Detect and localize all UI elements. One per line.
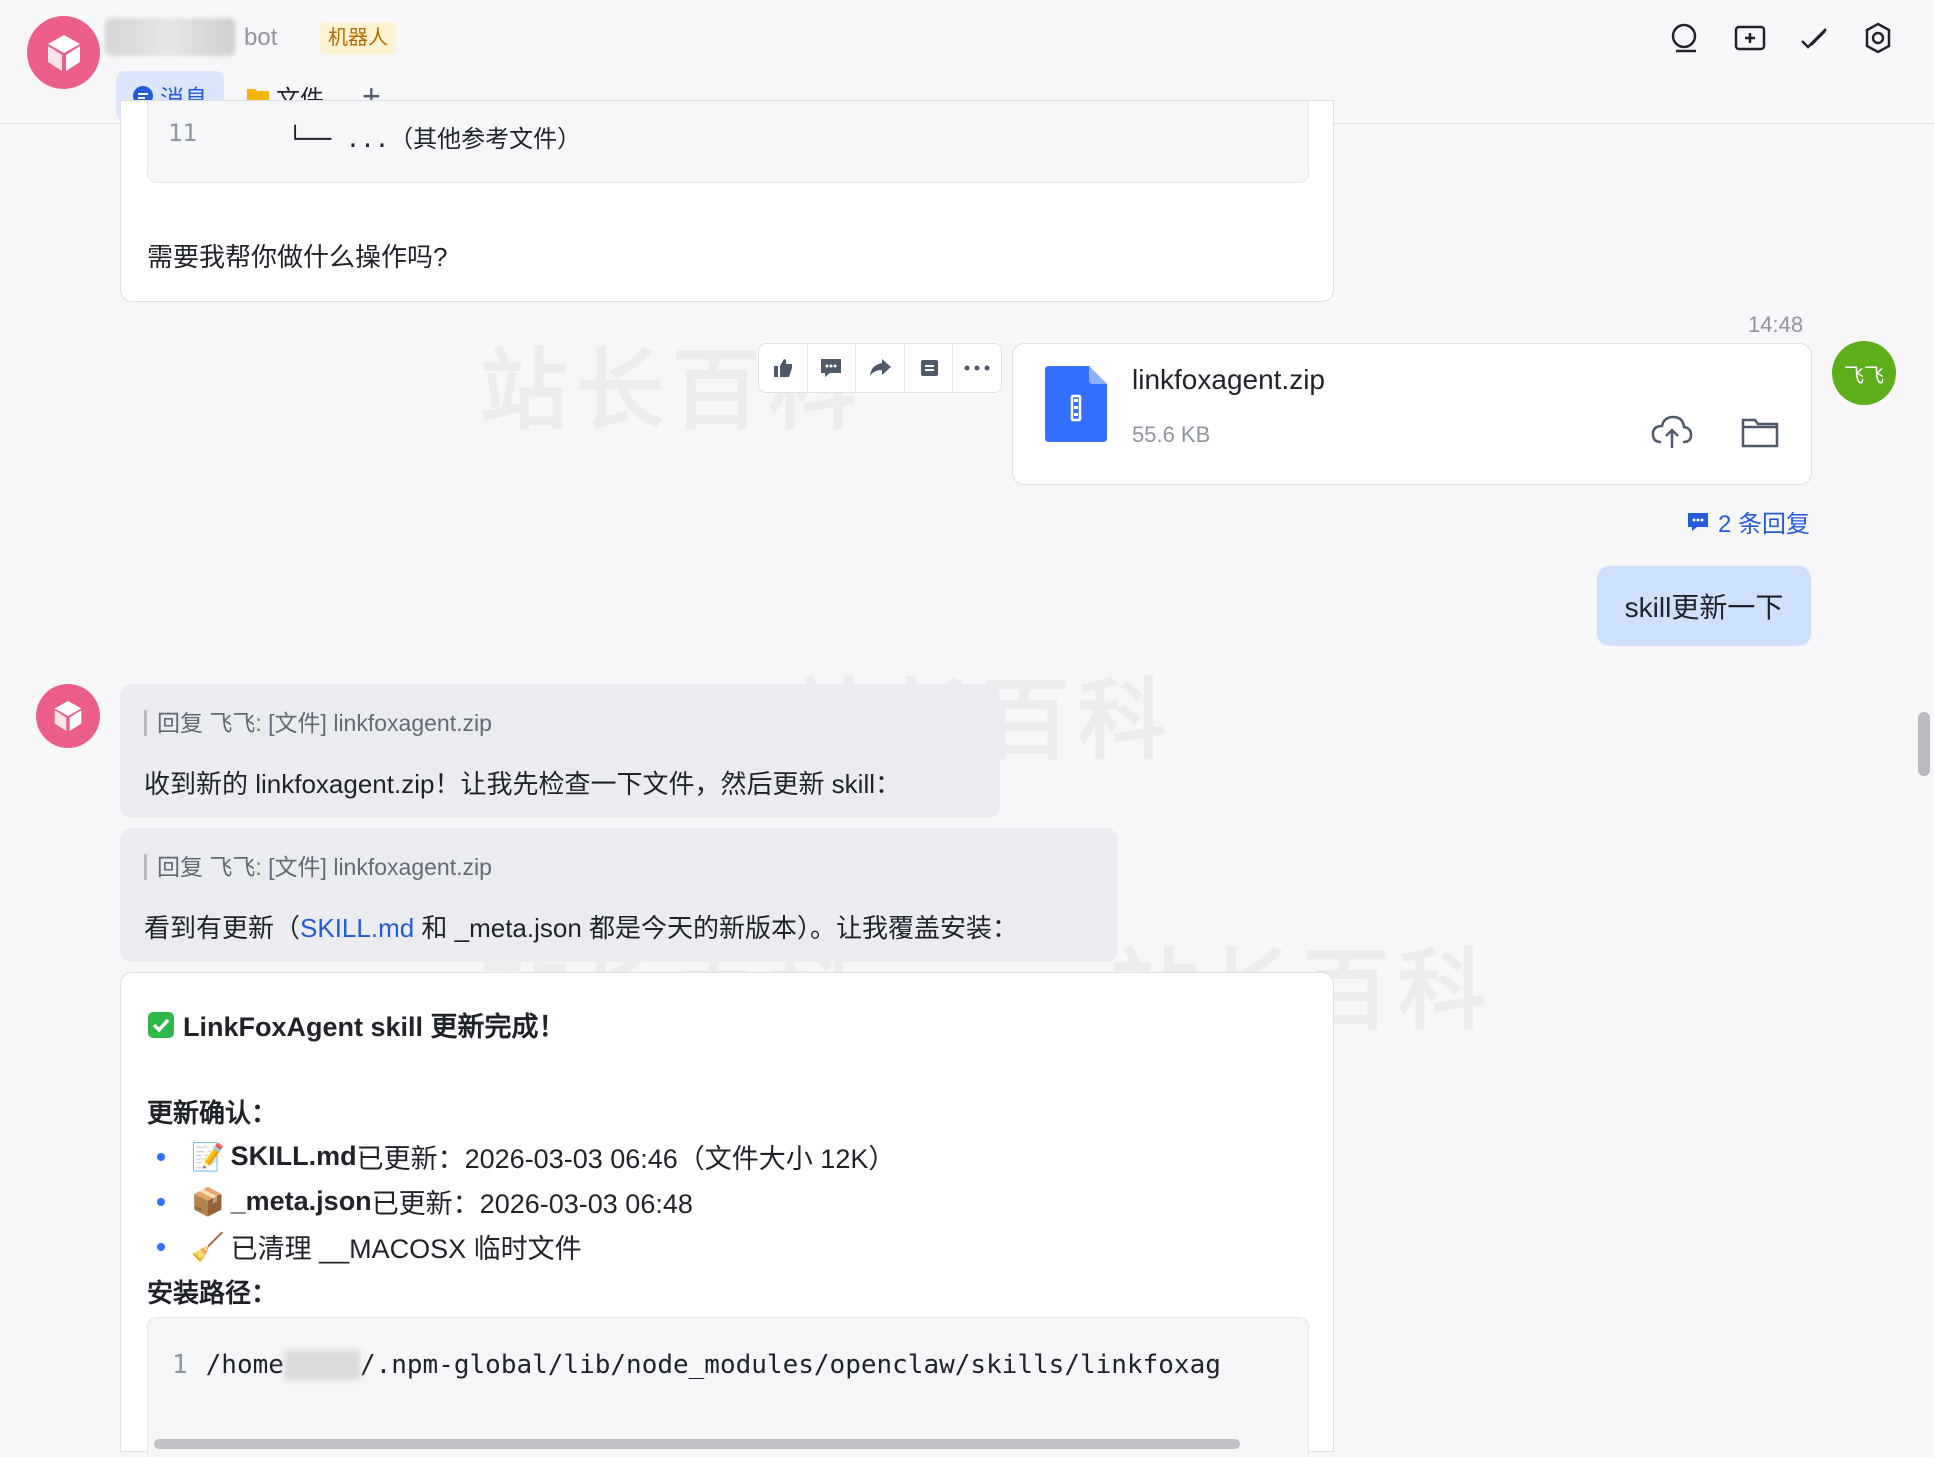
pen-icon[interactable] (1794, 18, 1834, 58)
reply-text: 收到新的 linkfoxagent.zip！让我先检查一下文件，然后更新 ski… (144, 769, 901, 799)
quoted-reply[interactable]: 回复 飞飞: [文件] linkfoxagent.zip (144, 854, 492, 880)
user-message-bubble: skill更新一下 (1597, 566, 1811, 646)
bot-reply-bubble: 回复 飞飞: [文件] linkfoxagent.zip 收到新的 linkfo… (120, 684, 1000, 818)
search-icon[interactable] (1666, 18, 1706, 58)
item-text: 已清理 __MACOSX 临时文件 (230, 1234, 582, 1264)
item-text: 已更新：2026-03-03 06:46（文件大小 12K） (356, 1144, 896, 1174)
bot-suffix: bot (244, 24, 278, 51)
horizontal-scrollbar[interactable] (154, 1439, 1240, 1449)
skill-md-link[interactable]: SKILL.md (300, 913, 414, 943)
file-attachment-card[interactable]: linkfoxagent.zip 55.6 KB (1012, 343, 1812, 485)
result-title: LinkFoxAgent skill 更新完成！ (183, 1012, 566, 1042)
gear-icon[interactable] (1858, 18, 1898, 58)
replies-count: 2 条回复 (1718, 511, 1811, 538)
cube-icon (47, 34, 80, 71)
bot-avatar[interactable] (27, 16, 100, 89)
bot-avatar[interactable] (36, 684, 100, 748)
bot-message-card: 11 └── ...（其他参考文件） 需要我帮你做什么操作吗? (120, 100, 1334, 302)
quote-reply-icon[interactable] (905, 344, 954, 392)
code-block: 11 └── ...（其他参考文件） (147, 101, 1309, 183)
package-icon: 📦 (191, 1186, 225, 1217)
path-prefix: /home (205, 1350, 284, 1380)
add-window-icon[interactable] (1730, 18, 1770, 58)
confirm-heading: 更新确认： (147, 1098, 278, 1128)
message-hover-toolbar (758, 343, 1002, 393)
result-title-row: LinkFoxAgent skill 更新完成！ (147, 1005, 566, 1044)
comment-icon[interactable] (808, 344, 857, 392)
vertical-scrollbar[interactable] (1918, 712, 1930, 776)
blurred-chat-name (105, 18, 235, 56)
cloud-upload-icon[interactable] (1651, 414, 1693, 450)
zip-file-icon (1045, 366, 1107, 442)
open-folder-icon[interactable] (1741, 418, 1779, 448)
file-size: 55.6 KB (1132, 422, 1211, 447)
question-text: 需要我帮你做什么操作吗? (147, 242, 448, 272)
memo-icon: 📝 (191, 1141, 225, 1172)
path-code-line: 1 /home /.npm-global/lib/node_modules/op… (172, 1350, 1221, 1380)
quoted-reply[interactable]: 回复 飞飞: [文件] linkfoxagent.zip (144, 710, 492, 736)
result-list-item: 📦 _meta.json 已更新：2026-03-03 06:48 (157, 1182, 693, 1221)
message-timestamp: 14:48 (1748, 312, 1804, 337)
reply-text-before: 看到有更新（ (144, 913, 301, 943)
result-list-item: 📝 SKILL.md 已更新：2026-03-03 06:46（文件大小 12K… (157, 1137, 895, 1176)
bullet-dot (157, 1197, 165, 1206)
cube-icon (54, 701, 82, 731)
bullet-dot (157, 1152, 165, 1161)
forward-icon[interactable] (856, 344, 905, 392)
more-icon[interactable] (953, 344, 1001, 392)
user-avatar[interactable]: 飞飞 (1832, 341, 1896, 405)
code-line-number: 11 (168, 119, 197, 147)
replies-link[interactable]: 2 条回复 (1686, 504, 1810, 539)
reply-text: 看到有更新（SKILL.md 和 _meta.json 都是今天的新版本）。让我… (144, 908, 1018, 945)
item-bold: _meta.json (230, 1186, 372, 1216)
path-line-number: 1 (172, 1350, 188, 1380)
blurred-username (283, 1350, 360, 1380)
path-suffix: /.npm-global/lib/node_modules/openclaw/s… (359, 1350, 1221, 1380)
broom-icon: 🧹 (191, 1231, 225, 1262)
item-bold: SKILL.md (230, 1141, 357, 1171)
robot-badge: 机器人 (320, 22, 396, 54)
item-text: 已更新：2026-03-03 06:48 (371, 1189, 693, 1219)
bullet-dot (157, 1242, 165, 1251)
check-mark-icon (148, 1011, 174, 1038)
path-code-block: 1 /home /.npm-global/lib/node_modules/op… (147, 1317, 1309, 1457)
file-name: linkfoxagent.zip (1132, 364, 1326, 395)
path-heading: 安装路径： (147, 1278, 278, 1308)
code-line-text: └── ...（其他参考文件） (288, 125, 582, 153)
update-result-card: LinkFoxAgent skill 更新完成！ 更新确认： 📝 SKILL.m… (120, 972, 1334, 1457)
reply-bubble-icon (1688, 512, 1708, 531)
thumbs-up-icon[interactable] (759, 344, 808, 392)
bot-reply-bubble: 回复 飞飞: [文件] linkfoxagent.zip 看到有更新（SKILL… (120, 828, 1118, 962)
result-list-item: 🧹 已清理 __MACOSX 临时文件 (157, 1227, 582, 1266)
reply-text-after: 和 _meta.json 都是今天的新版本）。让我覆盖安装： (414, 913, 1019, 943)
